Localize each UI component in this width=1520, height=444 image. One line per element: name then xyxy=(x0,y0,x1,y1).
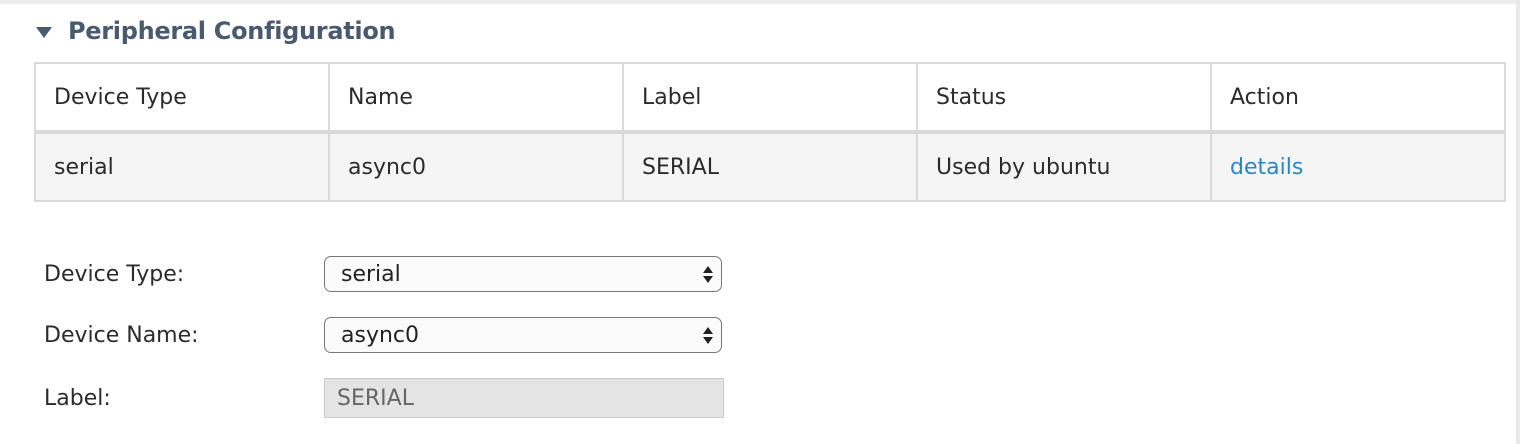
panel: Peripheral Configuration Device Type Nam… xyxy=(0,0,1520,444)
cell-label: SERIAL xyxy=(622,131,918,202)
column-header-device-type: Device Type xyxy=(34,62,330,134)
table-header-row: Device Type Name Label Status Action xyxy=(34,62,1506,134)
cell-status: Used by ubuntu xyxy=(916,131,1212,202)
column-header-action: Action xyxy=(1210,62,1506,134)
triangle-down-icon[interactable] xyxy=(36,26,52,38)
label-field-label: Label: xyxy=(44,385,111,411)
up-down-arrows-icon xyxy=(703,326,713,344)
table-row: serial async0 SERIAL Used by ubuntu deta… xyxy=(34,131,1506,202)
column-header-status: Status xyxy=(916,62,1212,134)
device-type-select-value: serial xyxy=(341,261,401,287)
column-header-label: Label xyxy=(622,62,918,134)
details-link[interactable]: details xyxy=(1230,155,1303,180)
cell-action: details xyxy=(1210,131,1506,202)
column-header-name: Name xyxy=(328,62,624,134)
device-name-select[interactable]: async0 xyxy=(324,317,722,353)
label-field-readonly: SERIAL xyxy=(324,378,724,418)
cell-name: async0 xyxy=(328,131,624,202)
up-down-arrows-icon xyxy=(703,265,713,283)
device-name-row: Device Name: async0 xyxy=(44,317,722,353)
device-type-label: Device Type: xyxy=(44,261,185,287)
section-title: Peripheral Configuration xyxy=(68,17,396,45)
device-type-select[interactable]: serial xyxy=(324,256,722,292)
label-row: Label: SERIAL xyxy=(44,378,724,418)
section-header[interactable]: Peripheral Configuration xyxy=(36,14,396,48)
top-divider xyxy=(0,0,1516,4)
device-name-select-value: async0 xyxy=(341,322,419,348)
device-type-row: Device Type: serial xyxy=(44,256,722,292)
peripheral-table: Device Type Name Label Status Action ser… xyxy=(34,62,1506,202)
cell-device-type: serial xyxy=(34,131,330,202)
device-name-label: Device Name: xyxy=(44,322,199,348)
